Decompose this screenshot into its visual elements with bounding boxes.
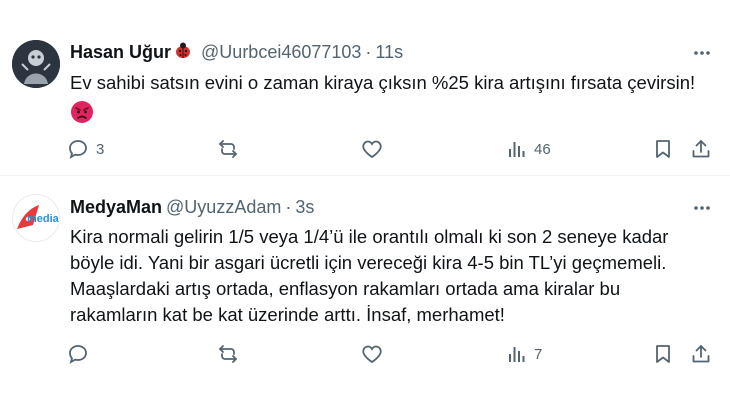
tweet-header: MedyaMan @UyuzzAdam · 3s	[70, 195, 314, 219]
views-button[interactable]: 46	[506, 135, 551, 163]
share-button[interactable]	[690, 340, 712, 368]
tweet-text-line: rakamların kat be kat üzerinde arttı. İn…	[70, 304, 505, 325]
share-button[interactable]	[690, 135, 712, 163]
display-name[interactable]: MedyaMan	[70, 197, 162, 218]
view-count: 7	[534, 345, 543, 363]
tweet-text: Kira normali gelirin 1/5 veya 1/4’ü ile …	[70, 224, 715, 328]
retweet-icon	[216, 342, 240, 366]
share-icon	[690, 343, 712, 365]
analytics-icon	[506, 343, 528, 365]
reply-icon	[66, 342, 90, 366]
user-handle[interactable]: @UyuzzAdam	[166, 197, 281, 218]
bookmark-button[interactable]	[652, 340, 674, 368]
tweet-text-line: Maaşlardaki artış ortada, enflasyon raka…	[70, 278, 621, 299]
tweet-text-line: Ev sahibi satsın evini o zaman kiraya çı…	[70, 72, 696, 93]
like-button[interactable]	[360, 340, 390, 368]
tweet-actions: 7	[66, 340, 716, 368]
heart-icon	[360, 137, 384, 161]
user-handle[interactable]: @Uurbcei46077103	[201, 42, 361, 63]
avatar-text: media	[27, 213, 59, 225]
share-icon	[690, 138, 712, 160]
view-count: 46	[534, 140, 551, 158]
tweet-text-line: Kira normali gelirin 1/5 veya 1/4’ü ile …	[70, 226, 669, 247]
separator-dot: ·	[365, 41, 372, 62]
more-options-icon[interactable]	[690, 41, 714, 65]
more-options-icon[interactable]	[690, 196, 714, 220]
views-button[interactable]: 7	[506, 340, 542, 368]
tweet-text: Ev sahibi satsın evini o zaman kiraya çı…	[70, 70, 715, 131]
angry-face-emoji	[70, 100, 715, 131]
avatar[interactable]: media	[12, 194, 60, 242]
analytics-icon	[506, 138, 528, 160]
retweet-button[interactable]	[216, 340, 246, 368]
tweet-text-line: böyle idi. Yani bir asgari ücretli için …	[70, 252, 667, 273]
bookmark-icon	[652, 138, 674, 160]
avatar[interactable]	[12, 40, 60, 88]
display-name[interactable]: Hasan Uğur	[70, 42, 171, 63]
timestamp[interactable]: 11s	[375, 42, 403, 63]
bookmark-button[interactable]	[652, 135, 674, 163]
tweet-header: Hasan Uğur @Uurbcei46077103 · 11s	[70, 40, 403, 64]
tweet: Hasan Uğur @Uurbcei46077103 · 11s Ev sah…	[0, 0, 730, 176]
tweet: media MedyaMan @UyuzzAdam · 3s Kira norm…	[0, 176, 730, 420]
retweet-button[interactable]	[216, 135, 246, 163]
reply-button[interactable]	[66, 340, 96, 368]
like-button[interactable]	[360, 135, 390, 163]
ladybug-icon	[173, 41, 193, 64]
timestamp[interactable]: 3s	[295, 197, 314, 218]
bookmark-icon	[652, 343, 674, 365]
reply-button[interactable]: 3	[66, 135, 104, 163]
reply-count: 3	[96, 140, 105, 158]
retweet-icon	[216, 137, 240, 161]
reply-icon	[66, 137, 90, 161]
heart-icon	[360, 342, 384, 366]
tweet-actions: 3 46	[66, 135, 716, 163]
separator-dot: ·	[285, 196, 292, 217]
